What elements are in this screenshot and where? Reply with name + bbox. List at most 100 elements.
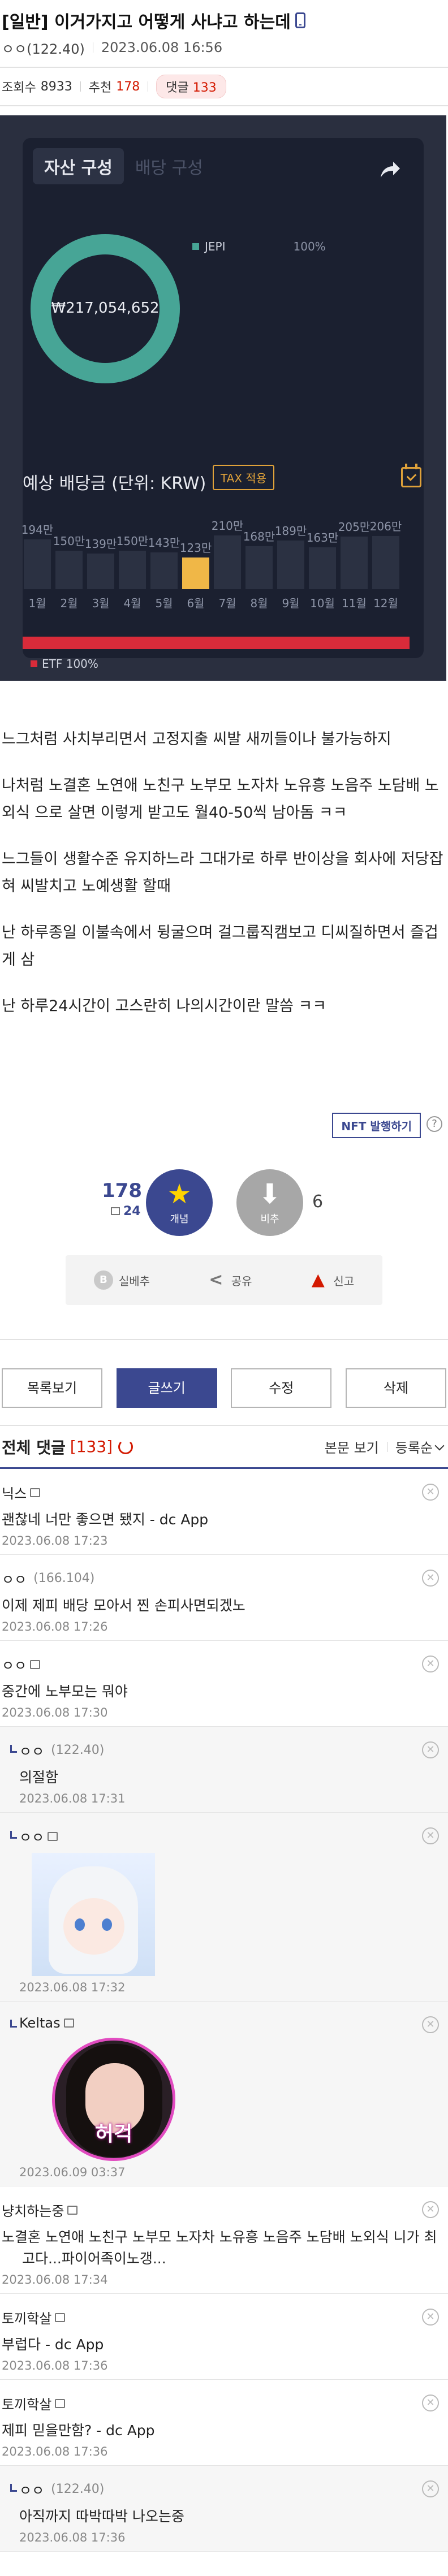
delete-comment-icon[interactable]: ✕ <box>422 2480 439 2497</box>
delete-comment-icon[interactable]: ✕ <box>422 2309 439 2326</box>
sort-select[interactable]: 등록순 <box>395 1437 446 1456</box>
comment-author[interactable]: ㅇㅇ <box>19 1826 446 1846</box>
bar-fill <box>119 551 146 589</box>
upvote-button[interactable]: ★ 개념 <box>146 1169 213 1236</box>
bar-fill <box>341 537 368 589</box>
view-body-link[interactable]: 본문 보기 <box>325 1437 379 1456</box>
image-caption: 허걱 <box>94 2123 133 2146</box>
bar-value-label: 123만 <box>179 541 212 555</box>
comment-text: 의절함 <box>19 1769 59 1786</box>
delete-comment-icon[interactable]: ✕ <box>422 1570 439 1587</box>
post-body: 느그처럼 사치부리면서 고정지출 씨발 새끼들이나 불가능하지 나처럼 노결혼 … <box>0 726 448 1020</box>
comment-nick: ㅇㅇ <box>19 1830 45 1845</box>
bar-value-label: 210만 <box>211 519 244 533</box>
down-arrow-icon: ⬇ <box>258 1178 282 1210</box>
comment-nick: ㅇㅇ <box>19 1744 45 1760</box>
bar-fill <box>372 536 399 589</box>
downvote-button[interactable]: ⬇ 비추 <box>236 1169 303 1236</box>
list-button[interactable]: 목록보기 <box>2 1368 102 1408</box>
report-action[interactable]: ▲ 신고 <box>308 1270 354 1290</box>
comment-author[interactable]: Keltas <box>19 2015 446 2031</box>
body-paragraph: 느그들이 생활수준 유지하느라 그대가로 하루 반이상을 회사에 저당잡혀 씨발… <box>2 850 443 895</box>
comment-text: 괜찮네 너만 좋으면 됐지 - dc App <box>2 1511 209 1528</box>
comment-image-anime-character[interactable] <box>32 1853 155 1976</box>
write-button[interactable]: 글쓰기 <box>116 1368 217 1408</box>
downvote-label: 비추 <box>260 1213 279 1225</box>
comment-author[interactable]: ㅇㅇ (122.40) <box>19 1740 446 1760</box>
comment-author[interactable]: ㅇㅇ (166.104) <box>2 1568 446 1588</box>
comment-author[interactable]: 토끼학살 <box>2 2307 446 2327</box>
delete-comment-icon[interactable]: ✕ <box>422 1484 439 1501</box>
comment-nick: 닉스 <box>2 1486 27 1502</box>
delete-comment-icon[interactable]: ✕ <box>422 1741 439 1758</box>
bar-fill <box>245 546 273 589</box>
post-title: [일반] 이거가지고 어떻게 사냐고 하는데 <box>2 12 291 32</box>
comment-image-dccon[interactable]: 허걱 <box>52 2038 175 2161</box>
fixed-user-icon <box>111 1207 120 1215</box>
dividend-bar-11: 205만 <box>338 520 370 589</box>
month-tick-label: 5월 <box>155 597 173 610</box>
chevron-down-icon <box>434 1441 445 1451</box>
member-icon <box>63 2019 74 2028</box>
comment-item: ㅇㅇ 중간에 노부모는 뭐야 2023.06.08 17:30 ✕ <box>0 1641 448 1727</box>
delete-comment-icon[interactable]: ✕ <box>422 1827 439 1844</box>
comment-item: ㅇㅇ (166.104) 이제 제피 배당 모아서 찐 손피사면되겠노 2023.… <box>0 1555 448 1641</box>
share-action[interactable]: < 공유 <box>206 1270 252 1290</box>
portfolio-panel: 자산 구성 배당 구성 ₩217,054,652 JEPI 100% 예상 배당… <box>21 138 424 671</box>
bar-fill <box>309 547 336 589</box>
comment-author[interactable]: ㅇㅇ (122.40) <box>19 2479 446 2499</box>
post-date: 2023.06.08 16:56 <box>101 40 223 55</box>
bar-fill <box>182 557 209 589</box>
delete-button[interactable]: 삭제 <box>345 1368 446 1408</box>
bar-fill <box>55 551 83 589</box>
member-icon <box>55 2313 66 2322</box>
reply-arrow-icon <box>10 2020 17 2028</box>
dividend-bar-12: 206만 <box>370 520 402 589</box>
delete-comment-icon[interactable]: ✕ <box>422 2201 439 2218</box>
bar-value-label: 139만 <box>84 537 117 551</box>
refresh-icon[interactable] <box>118 1439 133 1454</box>
comment-author[interactable]: ㅇㅇ <box>2 1654 446 1674</box>
body-paragraph: 나처럼 노결혼 노연애 노친구 노부모 노자차 노유흥 노음주 노담배 노외식 … <box>2 777 439 822</box>
delete-comment-icon[interactable]: ✕ <box>422 2016 439 2033</box>
member-icon <box>30 1488 41 1497</box>
comment-list: 닉스 괜찮네 너만 좋으면 됐지 - dc App 2023.06.08 17:… <box>0 1469 448 2552</box>
comment-count-pill[interactable]: 댓글 133 <box>156 75 226 98</box>
comment-text: 아직까지 따박따박 나오는중 <box>19 2508 184 2525</box>
bar-value-label: 194만 <box>21 523 54 537</box>
best-recommend-action[interactable]: B 실베추 <box>93 1270 150 1290</box>
member-icon <box>55 2398 66 2408</box>
comment-author[interactable]: 토끼학살 <box>2 2393 446 2413</box>
body-paragraph: 난 하루24시간이 고스란히 나의시간이란 말씀 ㅋㅋ <box>2 997 327 1015</box>
recommend-box: 178 24 ★ 개념 ⬇ 비추 6 <box>0 1162 448 1247</box>
post-action-bar: B 실베추 < 공유 ▲ 신고 <box>66 1255 382 1305</box>
month-tick-label: 7월 <box>218 597 236 610</box>
bar-value-label: 143만 <box>148 536 180 550</box>
reply-item: Keltas 허걱 2023.06.09 03:37 ✕ <box>0 2002 448 2186</box>
comment-text: 이제 제피 배당 모아서 찐 손피사면되겠노 <box>2 1597 245 1614</box>
delete-comment-icon[interactable]: ✕ <box>422 1656 439 1672</box>
comment-author[interactable]: 닉스 <box>2 1483 446 1502</box>
dividend-bar-6: 123만 <box>180 541 212 589</box>
edit-button[interactable]: 수정 <box>231 1368 332 1408</box>
comment-date: 2023.06.09 03:37 <box>19 2166 126 2179</box>
tab-asset-composition: 자산 구성 <box>33 148 124 184</box>
delete-comment-icon[interactable]: ✕ <box>422 2395 439 2411</box>
etf-legend-label: ETF 100% <box>42 657 98 671</box>
bar-value-label: 150만 <box>116 534 149 548</box>
dividend-bar-3: 139만 <box>85 537 117 589</box>
comment-author[interactable]: 냥치하는중 <box>2 2200 446 2220</box>
image-eye <box>75 1918 85 1931</box>
comment-date: 2023.06.08 17:36 <box>19 2531 126 2544</box>
best-icon: B <box>93 1270 113 1290</box>
month-tick-label: 1월 <box>28 597 46 610</box>
fixed-upvote-count: 24 <box>111 1204 141 1218</box>
recommend-label: 추천 <box>88 81 112 95</box>
post-author[interactable]: ㅇㅇ(122.40) <box>2 38 85 58</box>
help-icon[interactable]: ? <box>427 1116 442 1132</box>
bar-value-label: 189만 <box>274 524 307 538</box>
nft-publish-button[interactable]: NFT 발행하기 <box>332 1113 421 1138</box>
comment-text: 제피 믿을만함? - dc App <box>2 2422 155 2439</box>
portfolio-tabs: 자산 구성 배당 구성 <box>33 148 214 184</box>
comment-ip: (122.40) <box>51 2482 105 2496</box>
